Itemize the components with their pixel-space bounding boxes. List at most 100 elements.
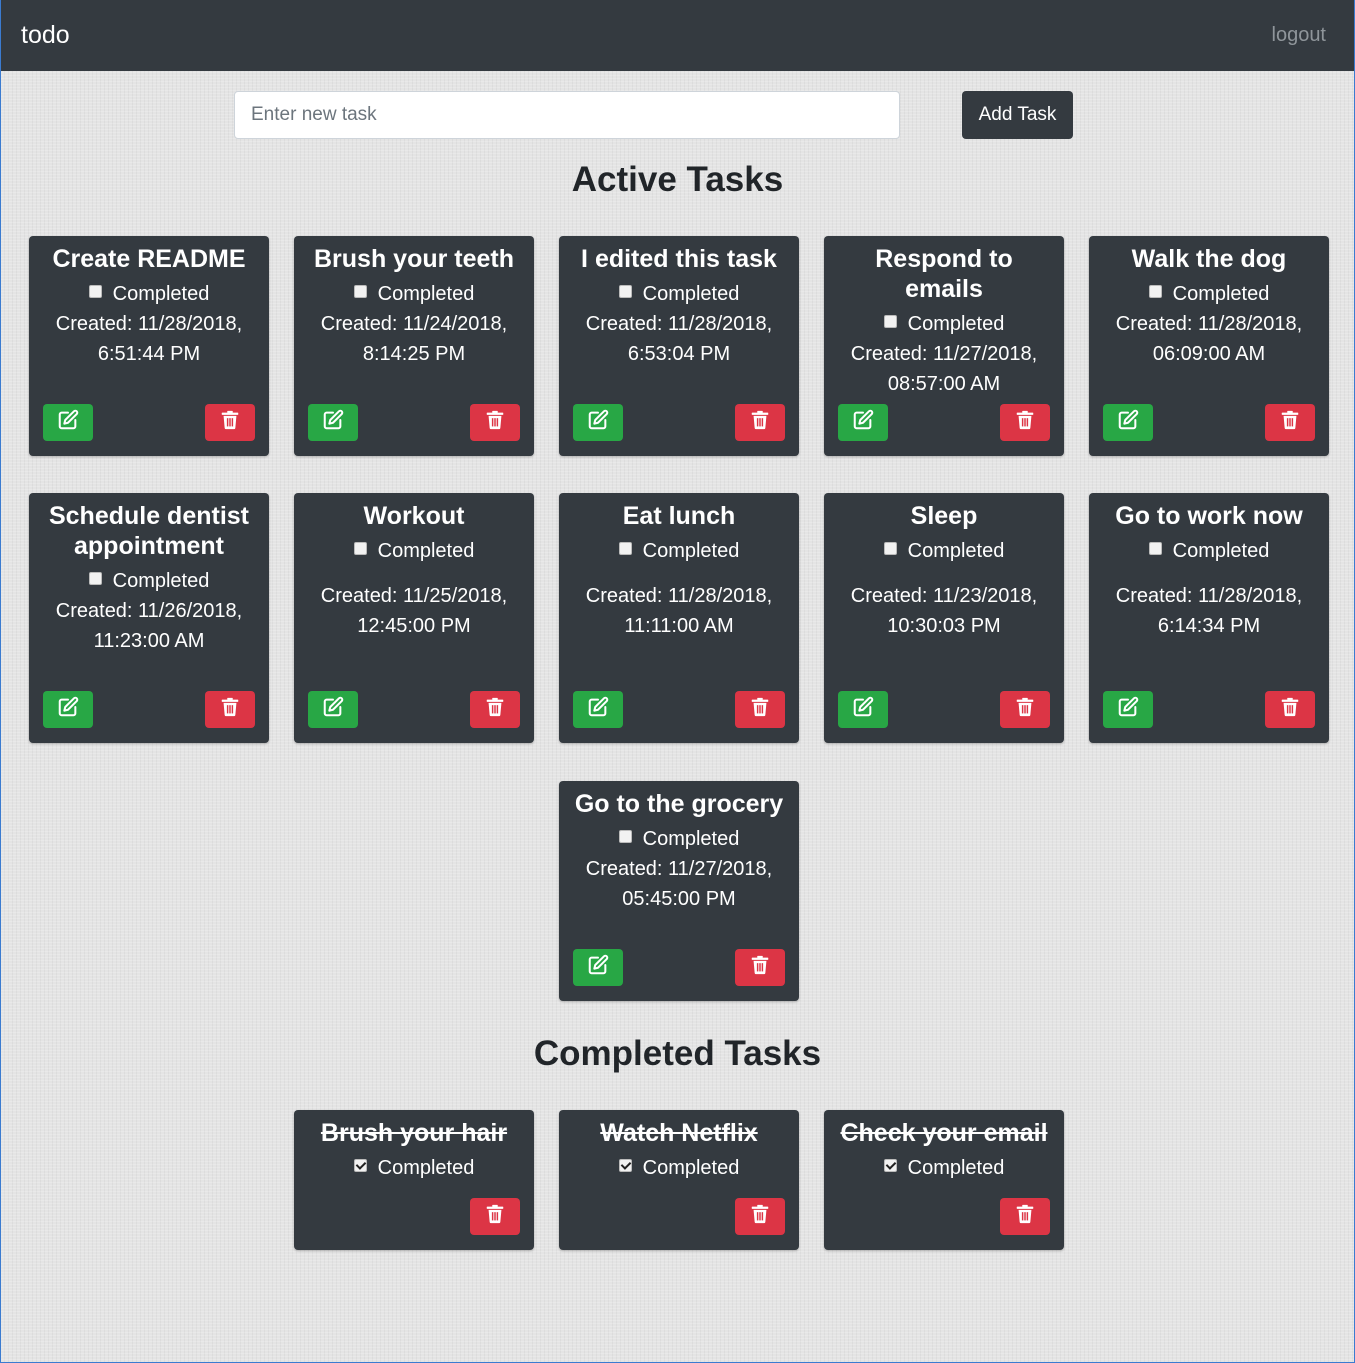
delete-button[interactable] — [735, 1198, 785, 1235]
created-date: Created: 11/28/2018, — [1115, 585, 1303, 607]
completed-checkbox[interactable] — [88, 571, 102, 585]
delete-button[interactable] — [1000, 691, 1050, 728]
delete-button[interactable] — [470, 1198, 520, 1235]
delete-button[interactable] — [1000, 404, 1050, 441]
brand-logo[interactable]: todo — [21, 21, 70, 50]
edit-icon — [587, 409, 609, 436]
task-title: Check your email — [840, 1119, 1048, 1147]
trash-icon — [749, 696, 771, 723]
task-card: Go to the grocery Completed Created: 11/… — [559, 781, 799, 1001]
task-title: Brush your teeth — [313, 245, 515, 273]
task-title: Go to the grocery — [574, 790, 784, 818]
edit-button[interactable] — [1103, 404, 1153, 441]
edit-button[interactable] — [573, 404, 623, 441]
created-time: 11:11:00 AM — [624, 615, 734, 637]
task-title: Respond to emails — [875, 245, 1013, 303]
delete-button[interactable] — [1000, 1198, 1050, 1235]
edit-icon — [57, 696, 79, 723]
edit-button[interactable] — [838, 404, 888, 441]
edit-button[interactable] — [308, 404, 358, 441]
task-card: Go to work now Completed Created: 11/28/… — [1089, 493, 1329, 743]
task-title: I edited this task — [581, 245, 777, 273]
created-date: Created: 11/28/2018, — [585, 585, 773, 607]
task-title: Brush your hair — [320, 1119, 508, 1147]
edit-icon — [587, 696, 609, 723]
created-date: Created: 11/27/2018, — [850, 343, 1038, 365]
delete-button[interactable] — [735, 404, 785, 441]
edit-icon — [1117, 696, 1139, 723]
completed-label: Completed — [642, 540, 740, 562]
edit-icon — [852, 409, 874, 436]
created-time: 05:45:00 PM — [622, 888, 736, 910]
edit-button[interactable] — [308, 691, 358, 728]
edit-button[interactable] — [573, 949, 623, 986]
completed-checkbox[interactable] — [883, 1158, 897, 1172]
delete-button[interactable] — [205, 404, 255, 441]
trash-icon — [484, 1203, 506, 1230]
completed-label: Completed — [642, 828, 740, 850]
delete-button[interactable] — [735, 691, 785, 728]
edit-icon — [322, 409, 344, 436]
completed-task-card: Brush your hair Completed — [294, 1110, 534, 1250]
edit-button[interactable] — [43, 691, 93, 728]
completed-tasks-heading: Completed Tasks — [533, 1034, 822, 1073]
task-card: I edited this task Completed Created: 11… — [559, 236, 799, 456]
task-card: Walk the dog Completed Created: 11/28/20… — [1089, 236, 1329, 456]
trash-icon — [484, 409, 506, 436]
completed-checkbox[interactable] — [353, 1158, 367, 1172]
add-task-button[interactable]: Add Task — [962, 91, 1073, 139]
completed-checkbox[interactable] — [1148, 284, 1162, 298]
created-date: Created: 11/26/2018, — [55, 600, 243, 622]
created-time: 12:45:00 PM — [357, 615, 471, 637]
edit-button[interactable] — [43, 404, 93, 441]
task-card: Respond to emails Completed Created: 11/… — [824, 236, 1064, 456]
delete-button[interactable] — [205, 691, 255, 728]
task-card: Sleep Completed Created: 11/23/2018, 10:… — [824, 493, 1064, 743]
completed-label: Completed — [377, 1157, 475, 1179]
logout-link[interactable]: logout — [1272, 24, 1327, 47]
edit-icon — [1117, 409, 1139, 436]
completed-checkbox[interactable] — [618, 284, 632, 298]
trash-icon — [1279, 696, 1301, 723]
task-card: Eat lunch Completed Created: 11/28/2018,… — [559, 493, 799, 743]
delete-button[interactable] — [1265, 691, 1315, 728]
created-time: 11:23:00 AM — [93, 630, 205, 652]
trash-icon — [1014, 1203, 1036, 1230]
completed-label: Completed — [377, 540, 475, 562]
completed-checkbox[interactable] — [883, 541, 897, 555]
trash-icon — [1279, 409, 1301, 436]
edit-button[interactable] — [838, 691, 888, 728]
task-title: Sleep — [910, 502, 978, 530]
new-task-input[interactable] — [234, 91, 900, 139]
completed-label: Completed — [907, 313, 1005, 335]
navbar: todo logout — [1, 0, 1354, 71]
completed-checkbox[interactable] — [618, 541, 632, 555]
delete-button[interactable] — [1265, 404, 1315, 441]
trash-icon — [1014, 409, 1036, 436]
completed-checkbox[interactable] — [883, 314, 897, 328]
completed-label: Completed — [377, 283, 475, 305]
created-date: Created: 11/24/2018, — [320, 313, 508, 335]
trash-icon — [749, 409, 771, 436]
completed-checkbox[interactable] — [1148, 541, 1162, 555]
edit-button[interactable] — [573, 691, 623, 728]
completed-checkbox[interactable] — [618, 829, 632, 843]
trash-icon — [219, 409, 241, 436]
edit-button[interactable] — [1103, 691, 1153, 728]
completed-checkbox[interactable] — [618, 1158, 632, 1172]
active-tasks-heading: Active Tasks — [571, 160, 784, 199]
completed-label: Completed — [642, 1157, 740, 1179]
completed-checkbox[interactable] — [88, 284, 102, 298]
delete-button[interactable] — [470, 691, 520, 728]
delete-button[interactable] — [735, 949, 785, 986]
edit-icon — [322, 696, 344, 723]
task-card: Schedule dentist appointment Completed C… — [29, 493, 269, 743]
completed-checkbox[interactable] — [353, 541, 367, 555]
task-card: Brush your teeth Completed Created: 11/2… — [294, 236, 534, 456]
created-time: 8:14:25 PM — [362, 343, 466, 365]
delete-button[interactable] — [470, 404, 520, 441]
completed-label: Completed — [907, 1157, 1005, 1179]
created-time: 10:30:03 PM — [887, 615, 1001, 637]
task-title: Schedule dentist appointment — [48, 502, 250, 560]
completed-checkbox[interactable] — [353, 284, 367, 298]
